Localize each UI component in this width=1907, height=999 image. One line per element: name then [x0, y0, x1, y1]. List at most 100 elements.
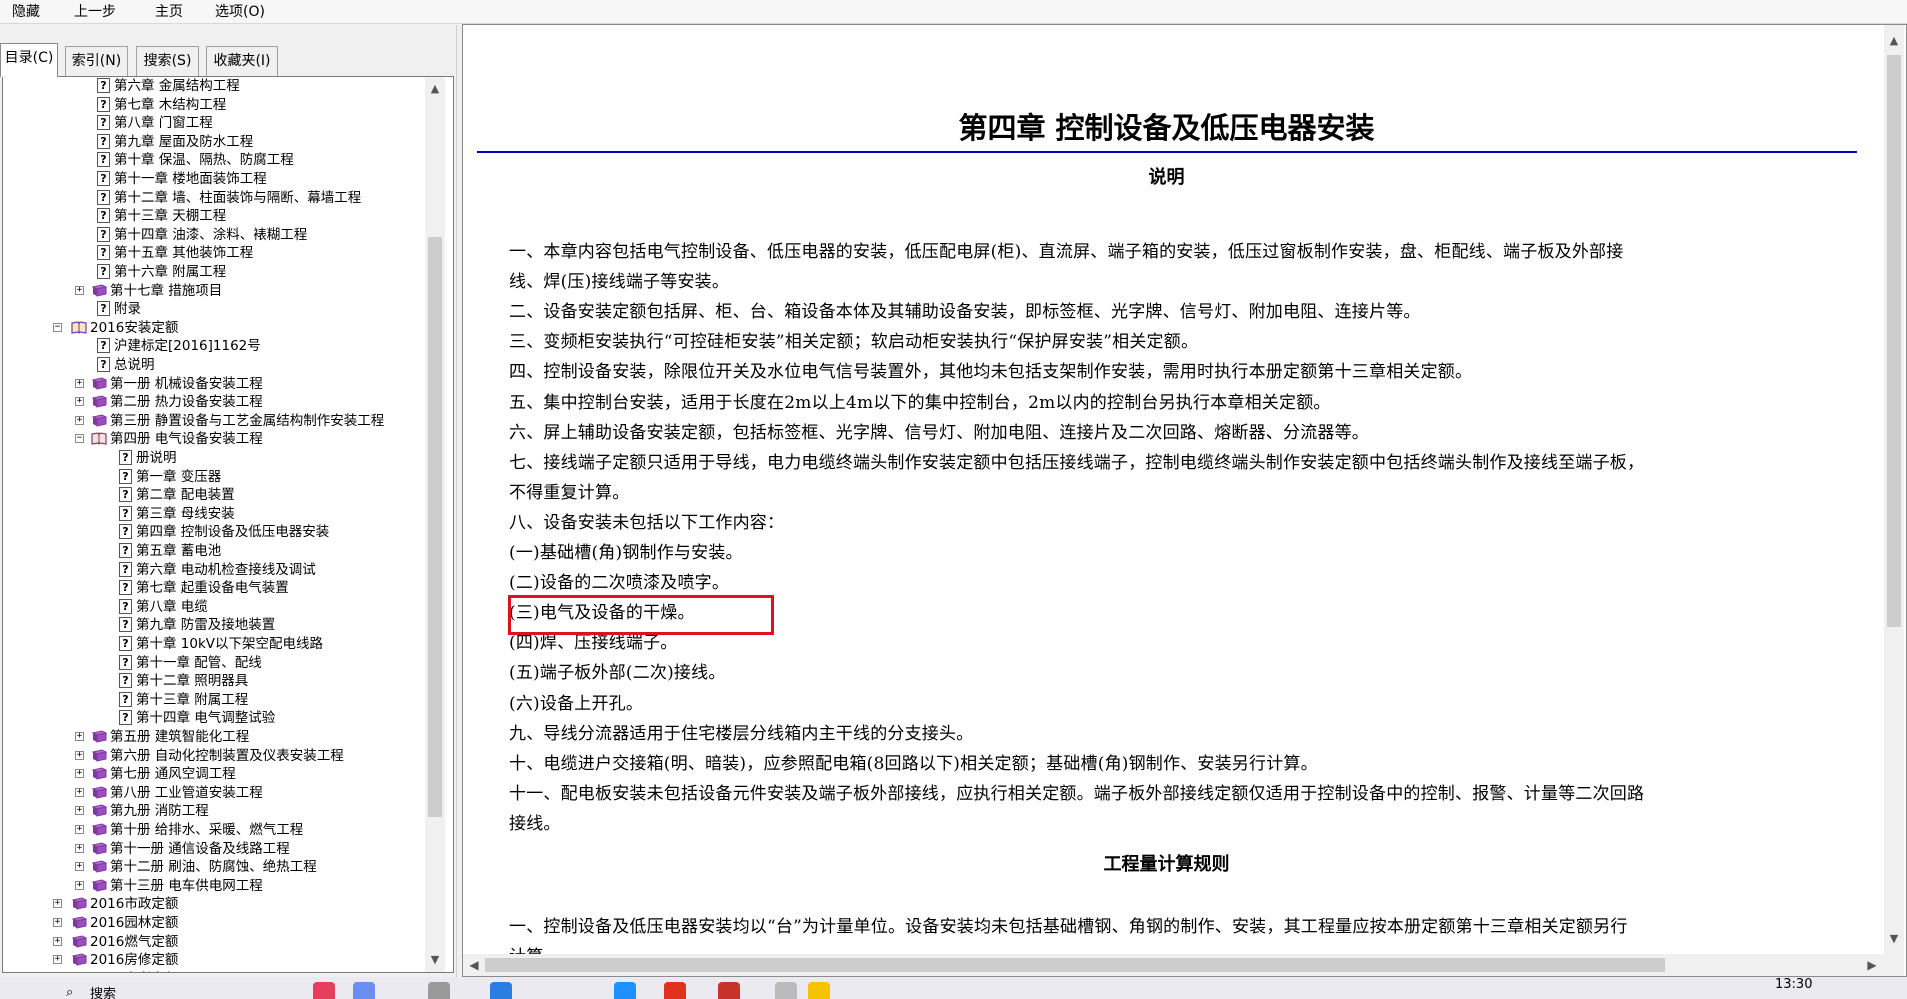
expand-icon[interactable]: +: [75, 769, 84, 779]
tree-item[interactable]: ? 总说明: [3, 356, 423, 374]
document-scrollbar[interactable]: ▲ ▼: [1884, 25, 1904, 976]
menu-options[interactable]: 选项(O): [215, 3, 265, 21]
app-icon[interactable]: [808, 982, 830, 999]
tree-item[interactable]: ? 第十二章 照明器具: [3, 672, 423, 690]
scroll-up-icon[interactable]: ▲: [1884, 31, 1904, 51]
scroll-right-icon[interactable]: ▶: [1862, 955, 1882, 975]
app-icon[interactable]: [353, 982, 375, 999]
scroll-up-icon[interactable]: ▲: [425, 79, 445, 99]
tree-item[interactable]: + 第十三册 电车供电网工程: [3, 877, 423, 895]
tree-item[interactable]: ? 第六章 电动机检查接线及调试: [3, 561, 423, 579]
tab-search[interactable]: 搜索(S): [136, 46, 199, 76]
tree-item[interactable]: ? 第十四章 油漆、涂料、裱糊工程: [3, 226, 423, 244]
expand-icon[interactable]: +: [75, 806, 84, 816]
tree-item[interactable]: ? 第五章 蓄电池: [3, 542, 423, 560]
tree-item[interactable]: + 第十一册 通信设备及线路工程: [3, 840, 423, 858]
tree-scrollbar[interactable]: ▲ ▼: [425, 77, 445, 972]
expand-icon[interactable]: +: [53, 899, 62, 909]
tree-item[interactable]: + 第八册 工业管道安装工程: [3, 784, 423, 802]
expand-icon[interactable]: +: [75, 415, 84, 425]
scroll-left-icon[interactable]: ◀: [464, 955, 484, 975]
tree-item[interactable]: ? 第十一章 配管、配线: [3, 654, 423, 672]
tree-item[interactable]: + 第十册 给排水、采暖、燃气工程: [3, 821, 423, 839]
tree-item[interactable]: ? 第十三章 天棚工程: [3, 207, 423, 225]
collapse-icon[interactable]: −: [53, 322, 62, 332]
tree-item[interactable]: +2016房修定额: [3, 951, 423, 969]
expand-icon[interactable]: +: [75, 825, 84, 834]
tree-item[interactable]: ? 第八章 电缆: [3, 598, 423, 616]
tree-item[interactable]: ? 第八章 门窗工程: [3, 114, 423, 132]
tree-item[interactable]: + 第三册 静置设备与工艺金属结构制作安装工程: [3, 412, 423, 430]
tree-item[interactable]: ? 第一章 变压器: [3, 468, 423, 486]
tree-item[interactable]: ? 第二章 配电装置: [3, 486, 423, 504]
tree-item[interactable]: ? 第十三章 附属工程: [3, 691, 423, 709]
tree-item[interactable]: ? 第七章 起重设备电气装置: [3, 579, 423, 597]
tree-item[interactable]: + 第五册 建筑智能化工程: [3, 728, 423, 746]
tab-favorites[interactable]: 收藏夹(I): [206, 46, 278, 76]
tree-item[interactable]: − 第四册 电气设备安装工程: [3, 430, 423, 448]
scroll-down-icon[interactable]: ▼: [1884, 929, 1904, 949]
expand-icon[interactable]: +: [53, 936, 62, 946]
tree-item[interactable]: ? 第十章 10kV以下架空配电线路: [3, 635, 423, 653]
tree-item[interactable]: +2016水利定额: [3, 970, 423, 972]
tree-item[interactable]: ? 第九章 屋面及防水工程: [3, 133, 423, 151]
tree-item[interactable]: +2016燃气定额: [3, 933, 423, 951]
tree-item[interactable]: ? 第十章 保温、隔热、防腐工程: [3, 151, 423, 169]
tree-item[interactable]: ? 册说明: [3, 449, 423, 467]
tree-item[interactable]: ? 第十五章 其他装饰工程: [3, 244, 423, 262]
tab-index[interactable]: 索引(N): [65, 46, 128, 76]
tree-item[interactable]: ? 第三章 母线安装: [3, 505, 423, 523]
horizontal-scroll-thumb[interactable]: [485, 958, 1665, 972]
tree-item[interactable]: +2016园林定额: [3, 914, 423, 932]
collapse-icon[interactable]: −: [75, 434, 84, 444]
tree-item[interactable]: ? 第六章 金属结构工程: [3, 77, 423, 95]
taskbar-search-label[interactable]: 搜索: [90, 983, 116, 999]
app-icon[interactable]: [718, 982, 740, 999]
expand-icon[interactable]: +: [53, 918, 62, 927]
tree-item[interactable]: + 第一册 机械设备安装工程: [3, 375, 423, 393]
app-icon[interactable]: [490, 982, 512, 999]
menu-hide[interactable]: 隐藏: [12, 3, 40, 21]
tree-item[interactable]: ? 第十四章 电气调整试验: [3, 709, 423, 727]
tree-item[interactable]: + 第十七章 措施项目: [3, 282, 423, 300]
app-icon[interactable]: [428, 982, 450, 999]
horizontal-scrollbar[interactable]: ◀ ▶: [463, 954, 1884, 976]
expand-icon[interactable]: +: [75, 732, 84, 741]
expand-icon[interactable]: +: [75, 880, 84, 890]
scroll-down-icon[interactable]: ▼: [425, 950, 445, 970]
expand-icon[interactable]: +: [75, 750, 84, 760]
tree-item[interactable]: − 2016安装定额: [3, 319, 423, 337]
menu-home[interactable]: 主页: [155, 3, 183, 21]
tree-item[interactable]: +2016市政定额: [3, 895, 423, 913]
tree-item[interactable]: + 第二册 热力设备安装工程: [3, 393, 423, 411]
document-scroll-thumb[interactable]: [1887, 55, 1901, 627]
app-icon[interactable]: [664, 982, 686, 999]
tree-item[interactable]: ? 第四章 控制设备及低压电器安装: [3, 523, 423, 541]
tree-item[interactable]: + 第九册 消防工程: [3, 802, 423, 820]
expand-icon[interactable]: +: [53, 955, 62, 965]
tree-item[interactable]: ? 第十六章 附属工程: [3, 263, 423, 281]
tree-item[interactable]: ? 第十二章 墙、柱面装饰与隔断、幕墙工程: [3, 189, 423, 207]
tree-item[interactable]: ? 第九章 防雷及接地装置: [3, 616, 423, 634]
app-icon[interactable]: [614, 982, 636, 999]
expand-icon[interactable]: +: [75, 787, 84, 797]
app-icon[interactable]: [313, 982, 335, 999]
expand-icon[interactable]: +: [75, 862, 84, 872]
expand-icon[interactable]: +: [75, 378, 84, 388]
tree-item[interactable]: ? 沪建标定[2016]1162号: [3, 337, 423, 355]
tree-item[interactable]: + 第七册 通风空调工程: [3, 765, 423, 783]
expand-icon[interactable]: +: [75, 843, 84, 853]
tree-scroll-thumb[interactable]: [428, 237, 442, 817]
tree-item[interactable]: ? 第十一章 楼地面装饰工程: [3, 170, 423, 188]
expand-icon[interactable]: +: [75, 285, 84, 295]
search-icon[interactable]: ⌕: [66, 985, 73, 999]
expand-icon[interactable]: +: [75, 397, 84, 407]
tree-item[interactable]: ? 第七章 木结构工程: [3, 96, 423, 114]
menu-back[interactable]: 上一步: [74, 3, 116, 21]
tree-item[interactable]: ? 附录: [3, 300, 423, 318]
app-icon[interactable]: [775, 982, 797, 999]
help-page-icon: ?: [119, 450, 132, 465]
tree-item[interactable]: + 第六册 自动化控制装置及仪表安装工程: [3, 747, 423, 765]
tab-contents[interactable]: 目录(C): [0, 43, 58, 77]
tree-item[interactable]: + 第十二册 刷油、防腐蚀、绝热工程: [3, 858, 423, 876]
